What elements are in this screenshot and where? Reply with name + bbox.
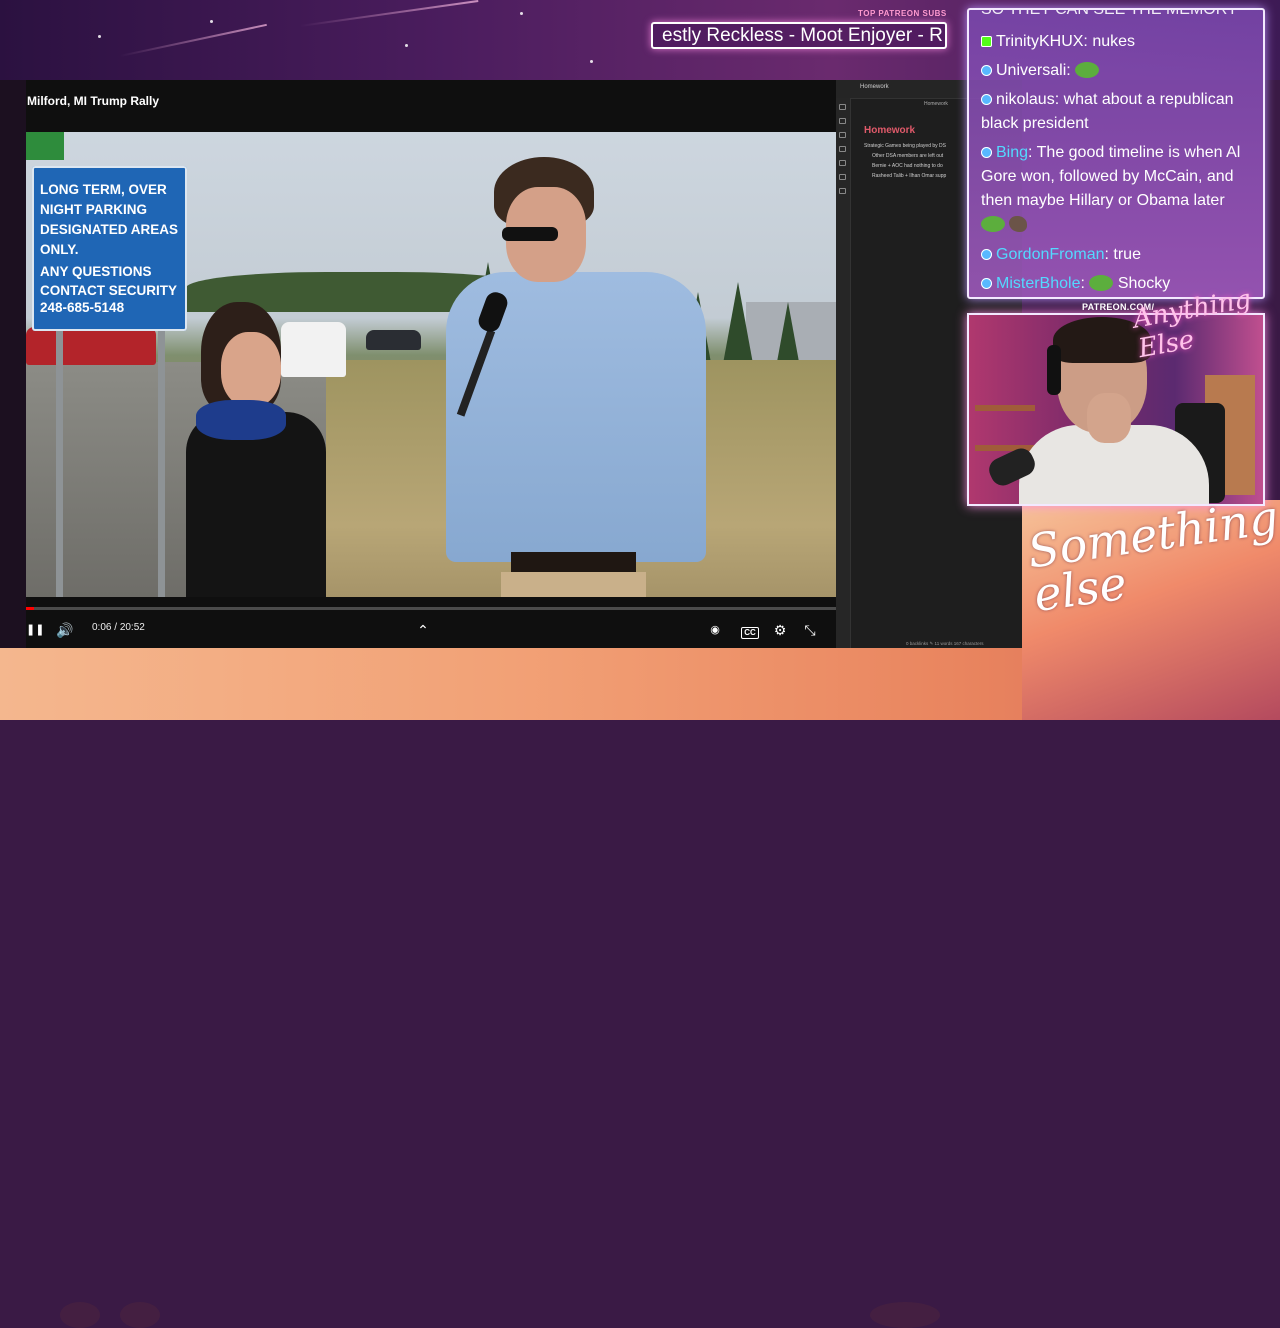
star-decoration <box>98 35 101 38</box>
timecode: 0:06 / 20:52 <box>92 622 145 633</box>
left-edge-strip <box>0 0 26 720</box>
notes-line: Bernie + AOC had nothing to do <box>872 163 943 169</box>
chat-message: TrinityKHUX: nukes <box>981 30 1253 54</box>
man-belt <box>511 552 636 574</box>
subscriber-badge-icon <box>981 249 992 260</box>
paw-decoration <box>60 1302 100 1328</box>
chat-message: nikolaus: what about a republican black … <box>981 88 1253 136</box>
sign-post <box>158 327 165 597</box>
star-decoration <box>210 20 213 23</box>
pause-icon[interactable]: ❚❚ <box>26 620 44 640</box>
chat-separator: : <box>1066 62 1071 79</box>
subscriber-badge-icon <box>981 278 992 289</box>
chat-separator: : <box>1080 275 1085 292</box>
video-frame[interactable]: LONG TERM, OVER NIGHT PARKING DESIGNATED… <box>26 132 836 597</box>
streak-decoration <box>119 23 267 57</box>
chat-text: nukes <box>1087 33 1136 50</box>
bookmark-icon[interactable] <box>839 132 846 138</box>
notes-line: Strategic Games being played by DS <box>864 143 946 149</box>
frog-emote-icon <box>1089 275 1114 291</box>
notes-title: Homework <box>864 125 916 136</box>
scene-car-dark <box>366 330 421 350</box>
streak-decoration <box>299 0 479 27</box>
subscriber-badge-icon <box>981 94 992 105</box>
ticker-text: estly Reckless - Moot Enjoyer - R <box>662 25 943 46</box>
video-player[interactable]: Milford, MI Trump Rally LONG TERM, OVER … <box>26 80 836 648</box>
subscriber-badge-icon <box>981 65 992 76</box>
player-controls: ❚❚ 🔊 0:06 / 20:52 ⌃ ◉ CC ⚙ ⤡ <box>26 612 836 648</box>
chat-message: Bing: The good timeline is when Al Gore … <box>981 141 1253 237</box>
chat-cut-message: SO THEY CAN SEE THE MEMORY <box>981 8 1238 18</box>
progress-bar[interactable] <box>26 607 836 610</box>
notes-tab[interactable]: Homework <box>860 84 889 90</box>
captions-button[interactable]: CC <box>740 620 760 640</box>
chevron-up-icon[interactable]: ⌃ <box>414 620 432 640</box>
notes-line: Rasheed Talib + Ilhan Omar supp <box>872 173 947 179</box>
settings-gear-icon[interactable]: ⚙ <box>770 620 790 640</box>
graph-icon[interactable] <box>839 146 846 152</box>
send-icon[interactable] <box>839 188 846 194</box>
paw-decoration <box>120 1302 160 1328</box>
chat-username: TrinityKHUX <box>996 33 1084 50</box>
file-icon[interactable] <box>839 104 846 110</box>
chat-message: GordonFroman: true <box>981 243 1253 267</box>
chat-username: nikolaus <box>996 91 1055 108</box>
time-current: 0:06 <box>92 622 112 633</box>
miniplayer-icon[interactable]: ◉ <box>706 620 724 640</box>
rock-emote-icon <box>1009 216 1028 232</box>
man-pants <box>501 572 646 597</box>
interviewee-woman <box>176 282 356 597</box>
headset-icon <box>1047 345 1061 395</box>
frog-emote-icon <box>1075 62 1100 78</box>
chat-username: MisterBhole <box>996 275 1081 292</box>
time-separator: / <box>114 622 118 633</box>
sign-line-1: LONG TERM, OVER NIGHT PARKING DESIGNATED… <box>40 182 179 257</box>
captions-icon: CC <box>741 627 759 639</box>
chat-username: Bing <box>996 144 1029 161</box>
chat-text: true <box>1108 246 1141 263</box>
video-title[interactable]: Milford, MI Trump Rally <box>27 94 159 108</box>
scene-car-red <box>26 327 156 365</box>
sign-phone: 248-685-5148 <box>40 300 125 315</box>
ticker-label: TOP PATREON SUBS <box>858 9 947 18</box>
chat-username: GordonFroman <box>996 246 1105 263</box>
terminal-icon[interactable] <box>839 174 846 180</box>
volume-icon[interactable]: 🔊 <box>56 620 74 640</box>
notes-status-bar: 0 backlinks ✎ 11 words 167 characters <box>906 641 984 646</box>
sign-line-2: ANY QUESTIONS CONTACT SECURITY <box>40 264 177 298</box>
parking-sign: LONG TERM, OVER NIGHT PARKING DESIGNATED… <box>32 166 187 331</box>
paw-decoration <box>870 1302 940 1328</box>
progress-fill <box>26 607 34 610</box>
star-decoration <box>520 12 523 15</box>
patreon-ticker: estly Reckless - Moot Enjoyer - R <box>651 22 947 49</box>
notes-sidebar <box>836 98 851 648</box>
frog-emote-icon <box>981 216 1005 232</box>
notes-line: Other DSA members are left out <box>872 153 944 159</box>
kick-badge-icon <box>981 36 992 47</box>
subscriber-badge-icon <box>981 147 992 158</box>
exit-fullscreen-icon[interactable]: ⤡ <box>800 620 820 640</box>
streamer-hand <box>1087 393 1131 443</box>
woman-face <box>221 332 281 407</box>
search-icon[interactable] <box>839 118 846 124</box>
sign-post <box>56 327 63 597</box>
background-shelf <box>975 405 1035 411</box>
time-total: 20:52 <box>119 622 145 633</box>
interviewer-man <box>426 157 706 597</box>
notes-breadcrumb: Homework <box>924 101 948 107</box>
calendar-icon[interactable] <box>839 160 846 166</box>
stream-chat: SO THEY CAN SEE THE MEMORY TrinityKHUX: … <box>967 8 1265 299</box>
chat-text: Shocky <box>1113 275 1171 292</box>
scene-green-sign <box>26 132 64 160</box>
star-decoration <box>405 44 408 47</box>
man-sunglasses <box>502 227 558 241</box>
chat-username: Universali <box>996 62 1067 79</box>
chat-message: Universali: <box>981 59 1253 83</box>
woman-scarf <box>196 400 286 440</box>
star-decoration <box>590 60 593 63</box>
